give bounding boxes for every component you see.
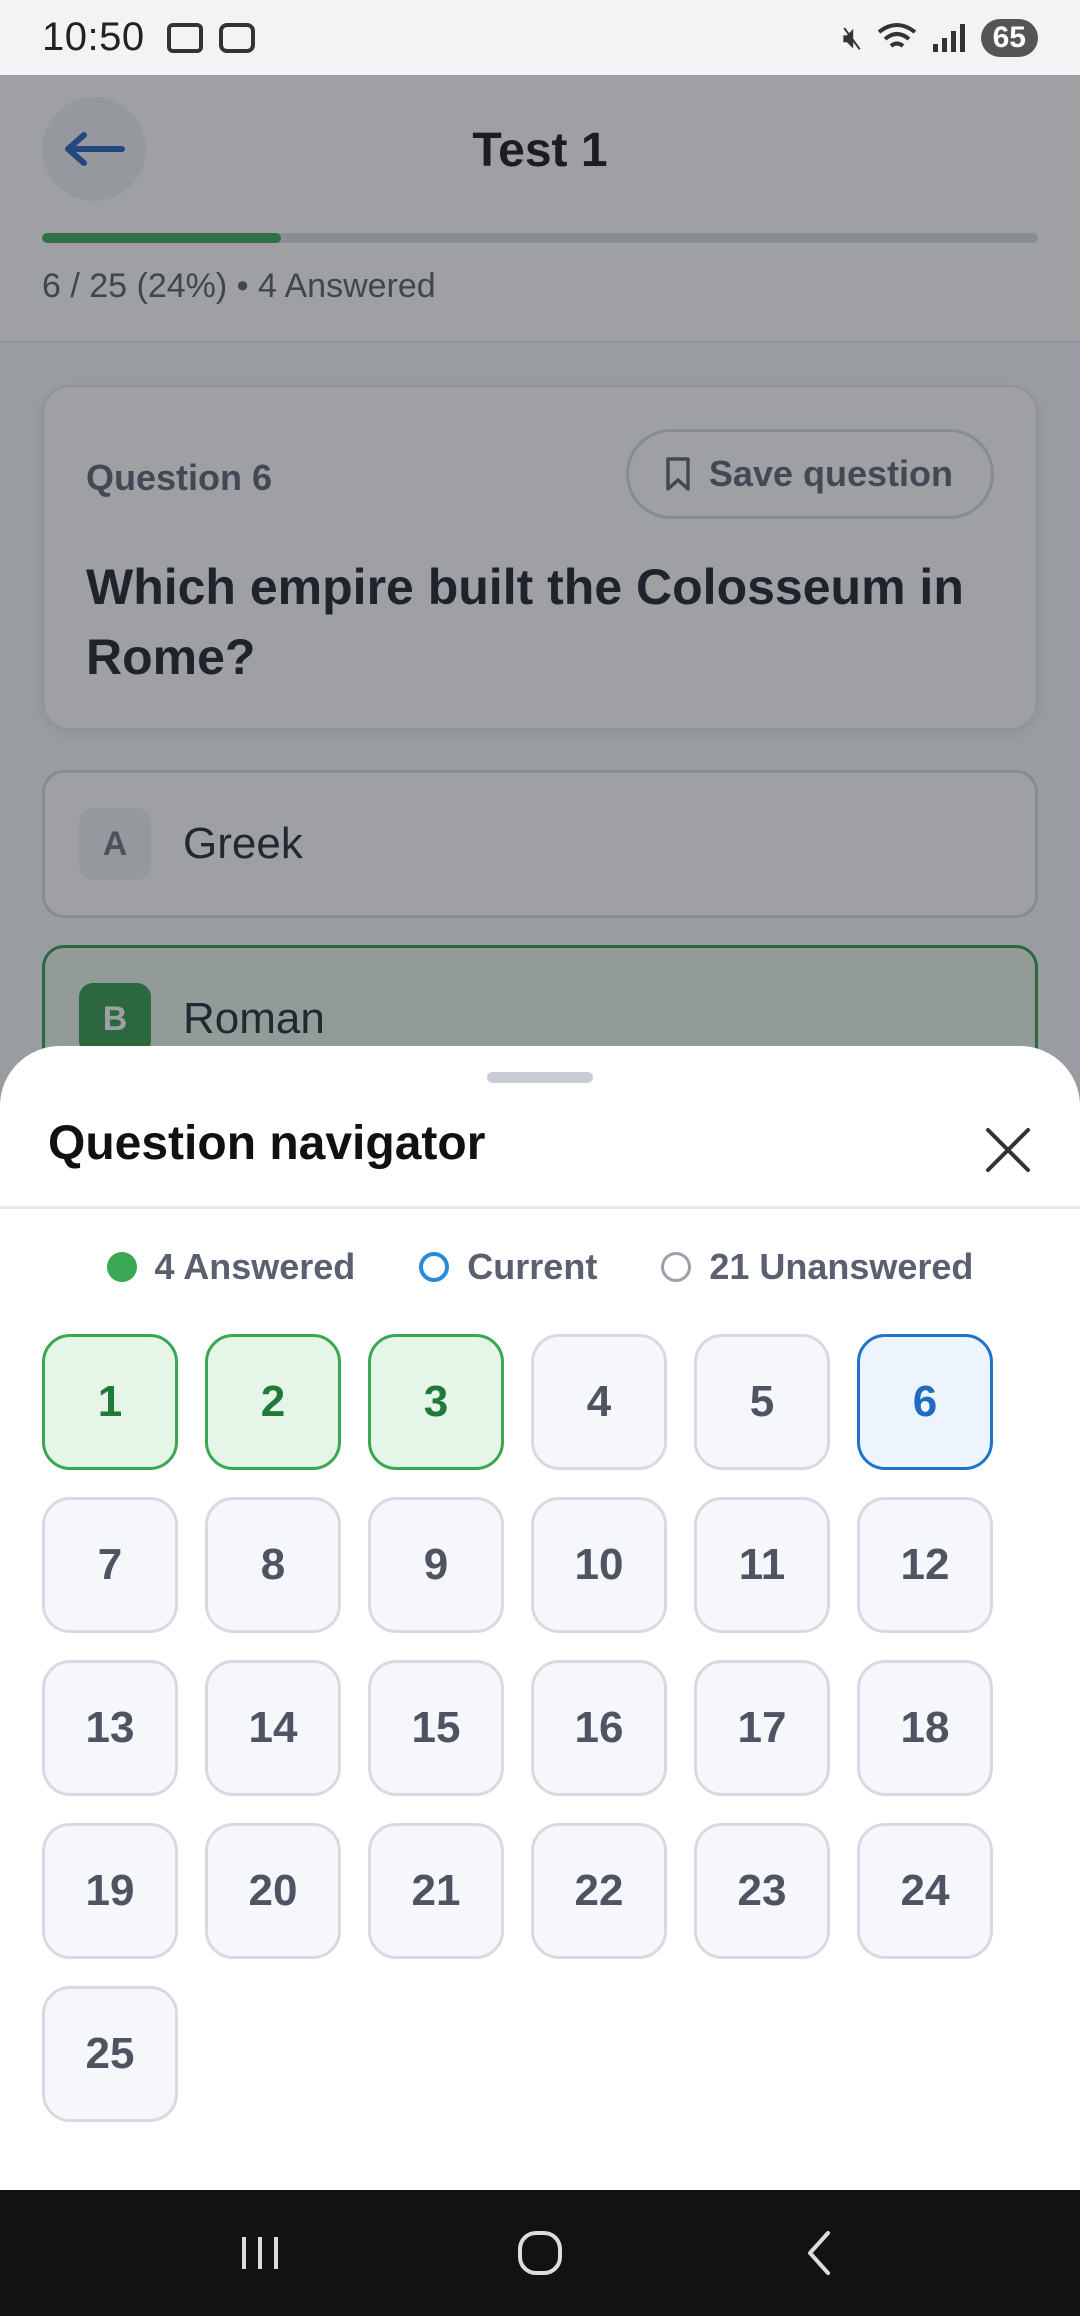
sheet-drag-handle[interactable] [487,1072,593,1083]
question-nav-button-7[interactable]: 7 [42,1497,178,1633]
question-nav-button-9[interactable]: 9 [368,1497,504,1633]
home-icon[interactable] [510,2223,570,2283]
question-nav-button-13[interactable]: 13 [42,1660,178,1796]
close-icon [986,1128,1030,1172]
close-button[interactable] [976,1118,1040,1182]
question-nav-button-3[interactable]: 3 [368,1334,504,1470]
question-nav-button-4[interactable]: 4 [531,1334,667,1470]
voicemail-icon [218,22,255,53]
question-nav-button-18[interactable]: 18 [857,1660,993,1796]
battery-indicator: 65 [980,18,1038,57]
legend-current: Current [419,1246,597,1288]
question-nav-button-11[interactable]: 11 [694,1497,830,1633]
legend-answered-label: 4 Answered [154,1246,356,1287]
question-nav-button-17[interactable]: 17 [694,1660,830,1796]
divider [0,1206,1080,1209]
question-nav-button-19[interactable]: 19 [42,1823,178,1959]
question-navigator-sheet: Question navigator 4 Answered Current 21… [0,1046,1080,2190]
question-nav-button-20[interactable]: 20 [205,1823,341,1959]
question-nav-button-15[interactable]: 15 [368,1660,504,1796]
question-nav-button-21[interactable]: 21 [368,1823,504,1959]
question-nav-button-10[interactable]: 10 [531,1497,667,1633]
question-nav-button-22[interactable]: 22 [531,1823,667,1959]
status-time: 10:50 [42,15,145,59]
back-nav-icon[interactable] [790,2223,850,2283]
unanswered-dot-icon [661,1252,692,1282]
current-dot-icon [419,1252,450,1282]
question-nav-button-12[interactable]: 12 [857,1497,993,1633]
sheet-title: Question navigator [48,1117,486,1170]
legend-answered: 4 Answered [106,1246,356,1288]
wifi-icon [877,22,916,48]
question-nav-button-2[interactable]: 2 [205,1334,341,1470]
question-nav-button-14[interactable]: 14 [205,1660,341,1796]
navigator-legend: 4 Answered Current 21 Unanswered [0,1246,1080,1288]
answered-dot-icon [106,1252,137,1282]
mute-icon: 🔇︎ [842,18,863,55]
question-nav-button-24[interactable]: 24 [857,1823,993,1959]
screenshot-icon [166,22,203,53]
question-nav-button-8[interactable]: 8 [205,1497,341,1633]
recent-apps-icon[interactable] [230,2223,290,2283]
system-nav-bar [0,2190,1080,2316]
status-bar: 10:50 🔇︎ 65 [0,0,1080,75]
legend-current-label: Current [467,1246,598,1287]
legend-unanswered-label: 21 Unanswered [709,1246,974,1287]
legend-unanswered: 21 Unanswered [661,1246,973,1288]
question-grid: 1 2 3 4 5 6 7 8 9 10 11 12 13 14 15 16 17 18 19 20 21 22 23 24 2… [42,1334,1038,2122]
signal-icon [932,23,965,52]
question-nav-button-1[interactable]: 1 [42,1334,178,1470]
question-nav-button-5[interactable]: 5 [694,1334,830,1470]
question-nav-button-16[interactable]: 16 [531,1660,667,1796]
question-nav-button-25[interactable]: 25 [42,1986,178,2122]
question-nav-button-23[interactable]: 23 [694,1823,830,1959]
question-nav-button-6[interactable]: 6 [857,1334,993,1470]
